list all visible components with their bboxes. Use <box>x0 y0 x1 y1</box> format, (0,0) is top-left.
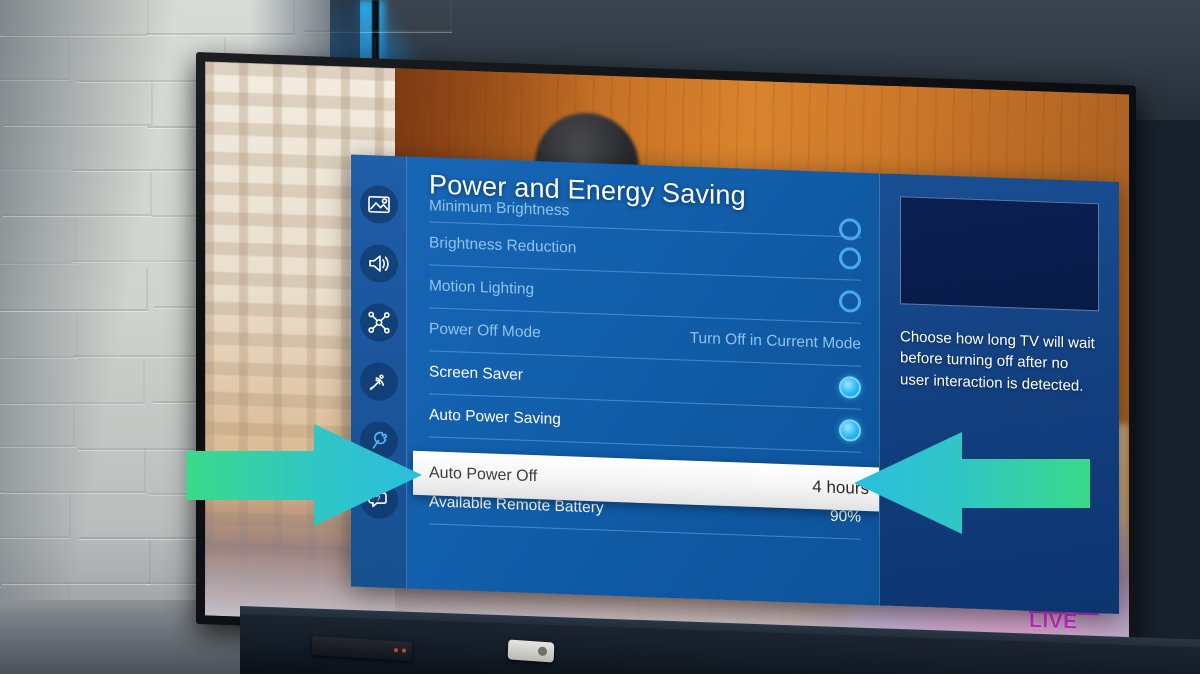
sidebar-item-sound[interactable] <box>359 243 398 284</box>
settings-row-label: Auto Power Off <box>429 464 538 486</box>
info-description: Choose how long TV will wait before turn… <box>900 328 1095 395</box>
brick <box>0 448 147 493</box>
toggle-brightness-reduction[interactable] <box>839 247 861 270</box>
settings-main-panel: Power and Energy Saving Minimum Brightne… <box>407 156 879 606</box>
picture-icon <box>367 195 390 214</box>
settings-row-label: Motion Lighting <box>429 277 535 299</box>
info-preview-box <box>900 196 1099 312</box>
broadcasting-icon <box>368 370 390 393</box>
sidebar-item-broadcasting[interactable] <box>359 361 398 402</box>
brick <box>0 126 73 170</box>
brick <box>3 81 153 126</box>
brick <box>1 540 151 585</box>
tv-remote <box>507 639 555 663</box>
brick <box>0 359 146 404</box>
sound-icon <box>368 253 390 274</box>
right-pointing-arrow <box>852 432 1090 534</box>
brick <box>0 494 71 539</box>
tv-bezel: M LIVE <box>196 52 1136 658</box>
sidebar-item-picture[interactable] <box>359 184 398 225</box>
tv-screen: M LIVE <box>205 61 1129 649</box>
settings-menu: ? Power and Energy Saving Minimum Bright… <box>351 154 1119 615</box>
photo-scene: M LIVE <box>0 0 1200 674</box>
brick <box>0 266 149 311</box>
settings-row-label: Screen Saver <box>429 363 523 384</box>
left-pointing-arrow <box>186 424 422 526</box>
brick <box>0 403 75 448</box>
settings-row-value: Turn Off in Current Mode <box>689 329 861 353</box>
brick <box>3 172 153 217</box>
settings-info-panel: Choose how long TV will wait before turn… <box>879 173 1119 615</box>
brick <box>0 0 149 36</box>
settings-row-label: Brightness Reduction <box>429 234 577 257</box>
toggle-motion-lighting[interactable] <box>839 290 861 313</box>
connection-icon <box>367 311 390 334</box>
television: M LIVE <box>196 52 1136 674</box>
brick <box>0 313 78 358</box>
brick <box>0 220 77 265</box>
logo-wordmark: LIVE <box>1029 608 1078 634</box>
settings-row-label: Power Off Mode <box>429 320 541 342</box>
sidebar-item-connection[interactable] <box>359 302 398 343</box>
settings-row-label: Auto Power Saving <box>429 406 561 429</box>
brick <box>0 36 71 81</box>
toggle-screen-saver[interactable] <box>839 376 861 399</box>
